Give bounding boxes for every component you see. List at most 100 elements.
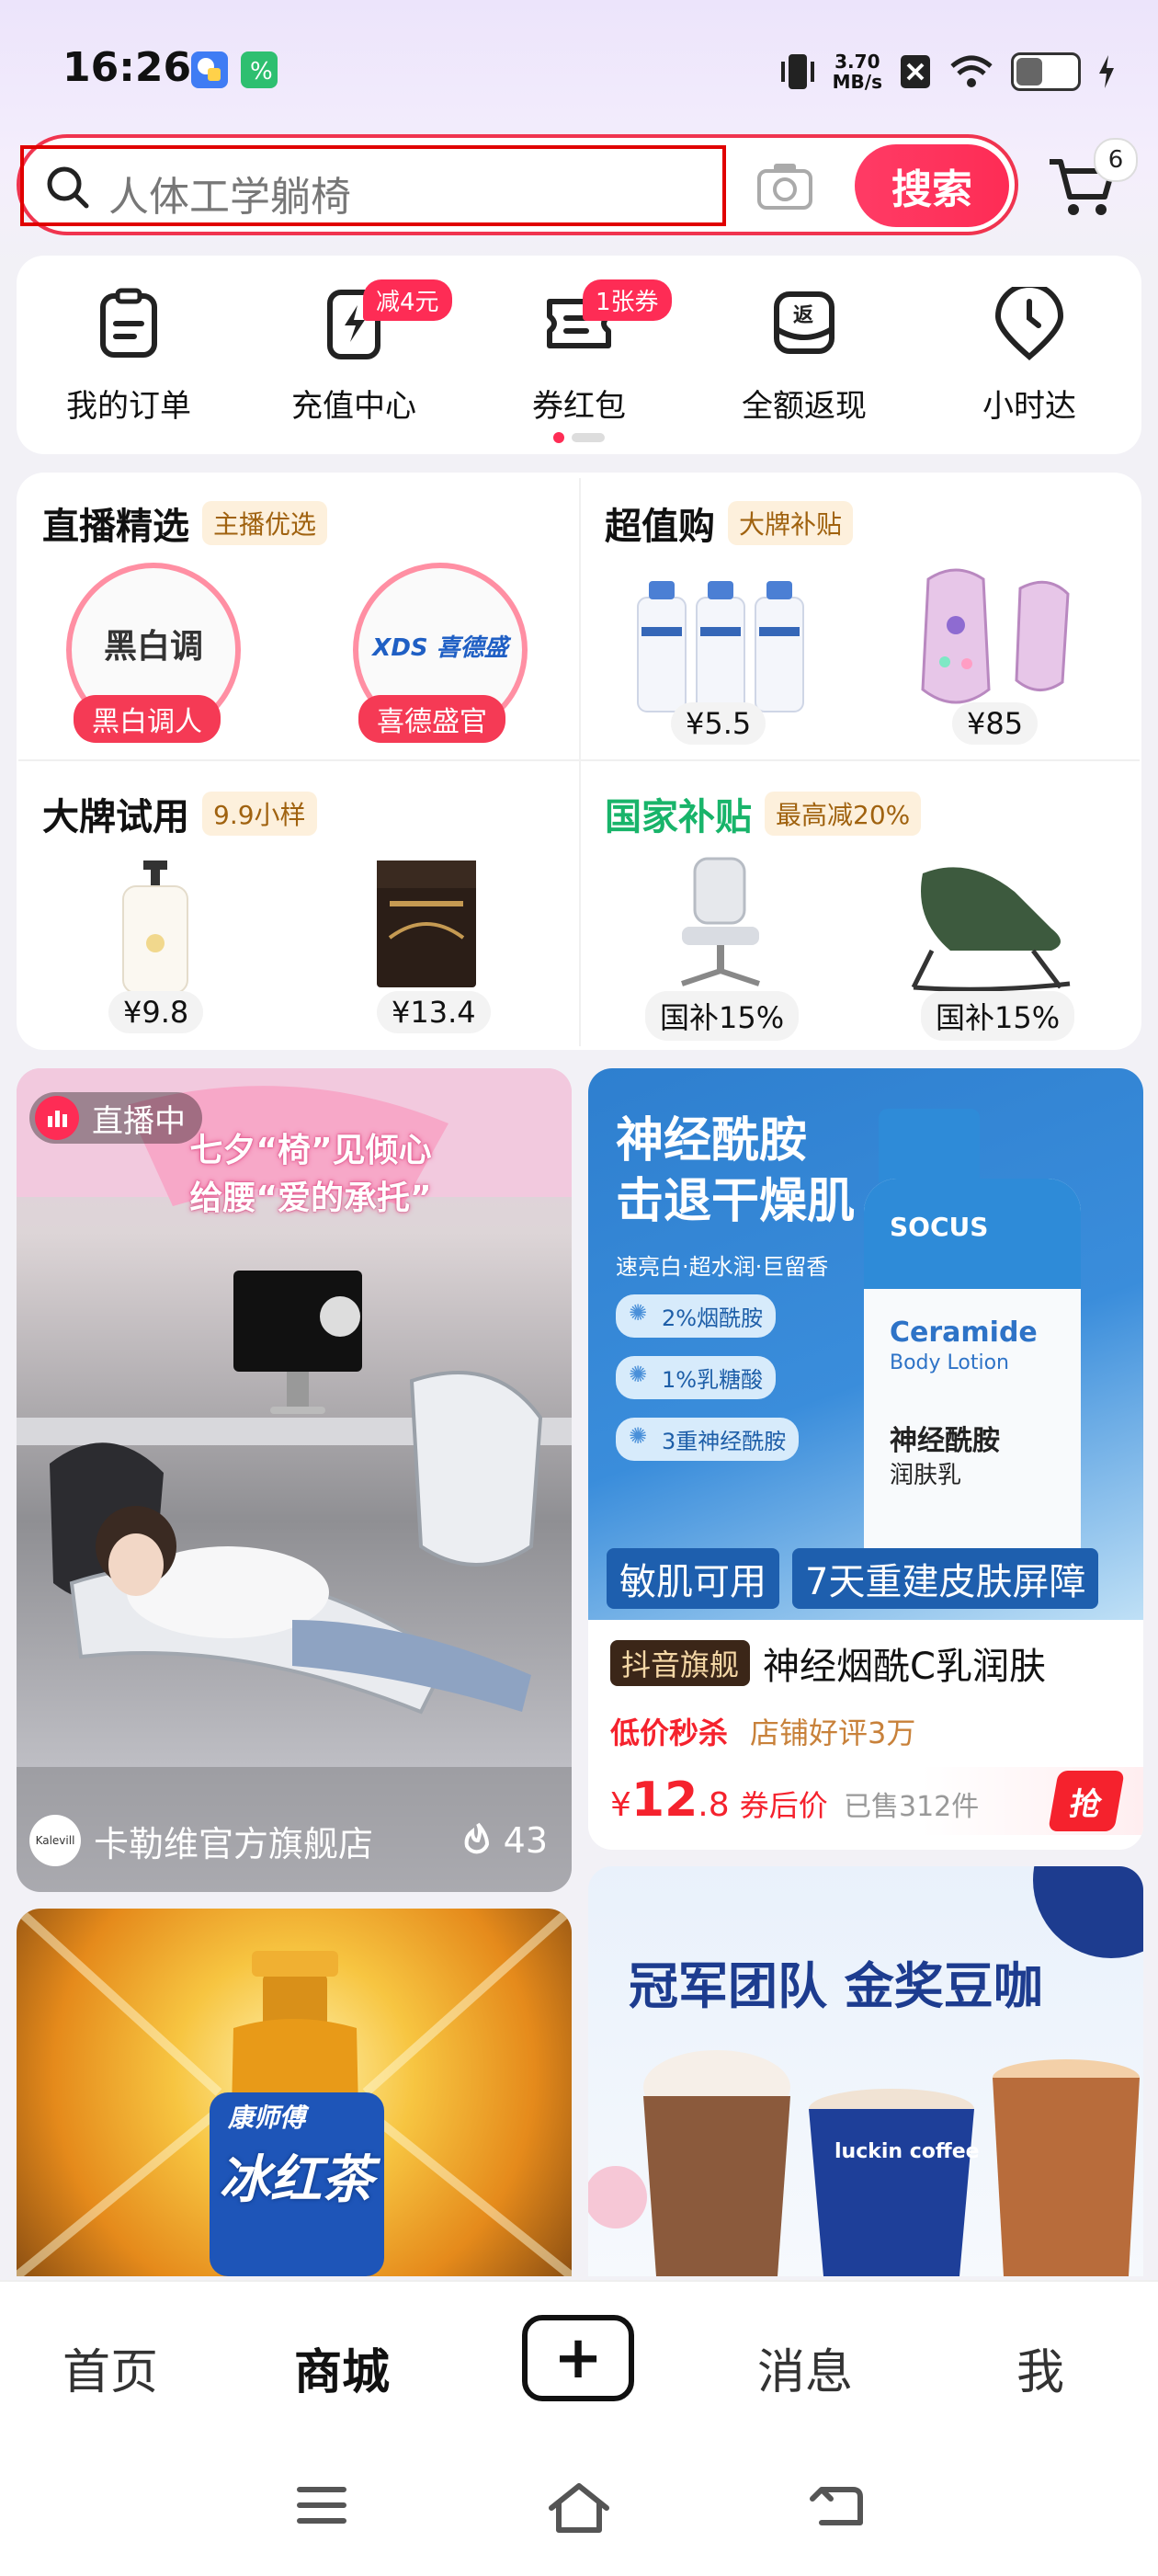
- drink-name: 冰红茶: [219, 2150, 373, 2210]
- feed-card-live[interactable]: 直播中 七夕“椅”见倾心 给腰“爱的承托” Kalevill 卡勒维官方旗舰店 …: [17, 1068, 572, 1892]
- feature-chip: ✺ 1%乳糖酸: [616, 1356, 777, 1399]
- battery-icon: [1011, 52, 1081, 91]
- product-headline: 神经酰胺 击退干燥肌: [616, 1113, 856, 1229]
- trial-price: ¥9.8: [108, 991, 204, 1033]
- subsidy-price: 国补15%: [645, 991, 800, 1041]
- channel-title: 直播精选: [42, 506, 189, 548]
- app-notification-icon-2: %: [241, 51, 278, 88]
- product-price: ¥12.8 券后价: [610, 1772, 828, 1828]
- shortcut-label: 全额返现: [742, 388, 867, 425]
- no-sim-icon: [901, 55, 930, 88]
- channel-title: 超值购: [605, 506, 715, 548]
- charging-icon: [1099, 55, 1114, 88]
- channel-tag: 大牌补贴: [728, 501, 854, 545]
- bottle-pump: [879, 1109, 980, 1182]
- shop-logo: Kalevill: [29, 1815, 81, 1866]
- channel-subsidy-header[interactable]: 国家补贴 最高减20%: [605, 787, 922, 840]
- live-host-label: 黑白调人: [74, 695, 221, 743]
- price-row: ¥12.8 券后价 已售312件 抢: [588, 1767, 1143, 1835]
- feed-card-product[interactable]: 神经酰胺 击退干燥肌 速亮白·超水润·巨留香 ✺ 2%烟酰胺 ✺ 1%乳糖酸 ✺ 3重…: [588, 1068, 1143, 1850]
- live-bars-icon: [35, 1096, 79, 1140]
- product-subline: 速亮白·超水润·巨留香: [616, 1254, 829, 1280]
- wifi-icon: [950, 55, 993, 87]
- brand-logo-text: 黑白调: [103, 628, 203, 666]
- lotion-bottle-image: SOCUS Ceramide Body Lotion 神经酰胺 润肤乳: [864, 1179, 1081, 1583]
- divider: [579, 478, 581, 1046]
- divider: [18, 759, 1140, 761]
- shortcut-recharge[interactable]: 充值中心 减4元: [280, 279, 452, 426]
- shortcuts-card: 我的订单 充值中心 减4元 券红包 1张券 返 全额返现 小时达: [17, 256, 1141, 454]
- channel-tag: 最高减20%: [765, 792, 922, 836]
- vibrate-icon: [780, 54, 814, 89]
- lotion-bottles-image[interactable]: [629, 572, 812, 719]
- brand-logo-text: XDS 喜德盛: [372, 634, 508, 662]
- nav-mall[interactable]: 商城: [294, 2333, 390, 2402]
- corner-decoration: [1033, 1866, 1143, 1958]
- nav-me[interactable]: 我: [1016, 2333, 1064, 2402]
- flame-icon: [464, 1822, 489, 1854]
- feed-card-coffee[interactable]: 冠军团队 金奖豆咖 luckin coffee: [588, 1866, 1143, 2276]
- feature-chip: ✺ 3重神经酰胺: [616, 1418, 800, 1461]
- channel-deals-header[interactable]: 超值购 大牌补贴: [605, 496, 854, 550]
- live-host-label: 喜德盛官: [358, 695, 505, 743]
- status-time: 16:26: [62, 44, 192, 91]
- channel-tag: 9.9小样: [202, 792, 317, 836]
- supplement-box-image[interactable]: [371, 855, 482, 993]
- trial-price: ¥13.4: [377, 991, 491, 1033]
- office-chair-image[interactable]: [664, 855, 774, 993]
- svg-text:%: %: [250, 58, 273, 85]
- coffee-headline: 冠军团队 金奖豆咖: [629, 1957, 1043, 2015]
- net-speed: 3.70 MB/s: [832, 51, 882, 93]
- home-icon[interactable]: [546, 2482, 612, 2534]
- camera-icon[interactable]: [755, 158, 814, 213]
- feed-card-drink[interactable]: 康师傅 冰红茶: [17, 1909, 572, 2276]
- gaming-mouse-image[interactable]: [901, 561, 1084, 717]
- channel-live-header[interactable]: 直播精选 主播优选: [42, 496, 328, 550]
- product-title: 神经烟酰C乳润肤: [763, 1646, 1046, 1688]
- shortcut-my-orders[interactable]: 我的订单: [55, 287, 202, 426]
- shortcut-badge: 减4元: [363, 279, 452, 321]
- deal-price: ¥5.5: [671, 702, 766, 745]
- feature-chips: ✺ 2%烟酰胺 ✺ 1%乳糖酸 ✺ 3重神经酰胺: [616, 1294, 800, 1461]
- status-icons: 3.70 MB/s: [779, 44, 1116, 99]
- sold-count: 已售312件: [844, 1791, 980, 1823]
- lounge-chair-image[interactable]: [895, 855, 1088, 993]
- create-button[interactable]: +: [522, 2315, 634, 2401]
- search-input[interactable]: 人体工学躺椅: [108, 164, 351, 222]
- heat-count: 43: [460, 1820, 548, 1861]
- app-notification-icon: [191, 51, 228, 88]
- nav-home[interactable]: 首页: [62, 2333, 158, 2402]
- drink-brand: 康师傅: [228, 2103, 306, 2133]
- back-icon[interactable]: [809, 2482, 864, 2530]
- menu-icon[interactable]: [296, 2482, 347, 2528]
- shop-info[interactable]: Kalevill 卡勒维官方旗舰店: [29, 1815, 373, 1866]
- deal-price: ¥85: [952, 702, 1039, 745]
- feature-chip: ✺ 2%烟酰胺: [616, 1294, 777, 1338]
- shop-name: 卡勒维官方旗舰店: [94, 1823, 374, 1864]
- shortcut-label: 小时达: [982, 388, 1076, 425]
- clipboard-icon: [100, 288, 157, 358]
- iced-tea-bottle-image: [17, 1909, 572, 2276]
- shortcut-hourly-delivery[interactable]: 小时达: [956, 282, 1103, 426]
- promo-banner: 七夕“椅”见倾心 给腰“爱的承托”: [189, 1132, 432, 1217]
- channel-title: 国家补贴: [605, 796, 752, 838]
- channel-title: 大牌试用: [42, 796, 189, 838]
- product-title-row: 抖音旗舰 神经烟酰C乳润肤: [610, 1636, 1143, 1690]
- page-indicator: [553, 432, 605, 443]
- lotion-pump-image[interactable]: [114, 859, 197, 997]
- channel-trial-header[interactable]: 大牌试用 9.9小样: [42, 787, 317, 840]
- svg-text:返: 返: [793, 304, 813, 327]
- product-tags: 低价秒杀 店铺好评3万: [610, 1715, 916, 1750]
- store-tag: 抖音旗舰: [610, 1640, 751, 1686]
- shortcut-coupons[interactable]: 券红包 1张券: [505, 279, 672, 426]
- search-icon: [47, 166, 89, 209]
- shortcut-label: 我的订单: [66, 388, 191, 425]
- nav-messages[interactable]: 消息: [757, 2333, 853, 2402]
- channel-tag: 主播优选: [202, 501, 328, 545]
- shortcut-cashback[interactable]: 返 全额返现: [731, 287, 878, 426]
- search-button[interactable]: 搜索: [855, 144, 1009, 227]
- cashback-icon: 返: [774, 291, 834, 354]
- grab-button[interactable]: 抢: [1048, 1771, 1125, 1831]
- cart-count-badge: 6: [1094, 138, 1138, 182]
- subsidy-price: 国补15%: [921, 991, 1075, 1041]
